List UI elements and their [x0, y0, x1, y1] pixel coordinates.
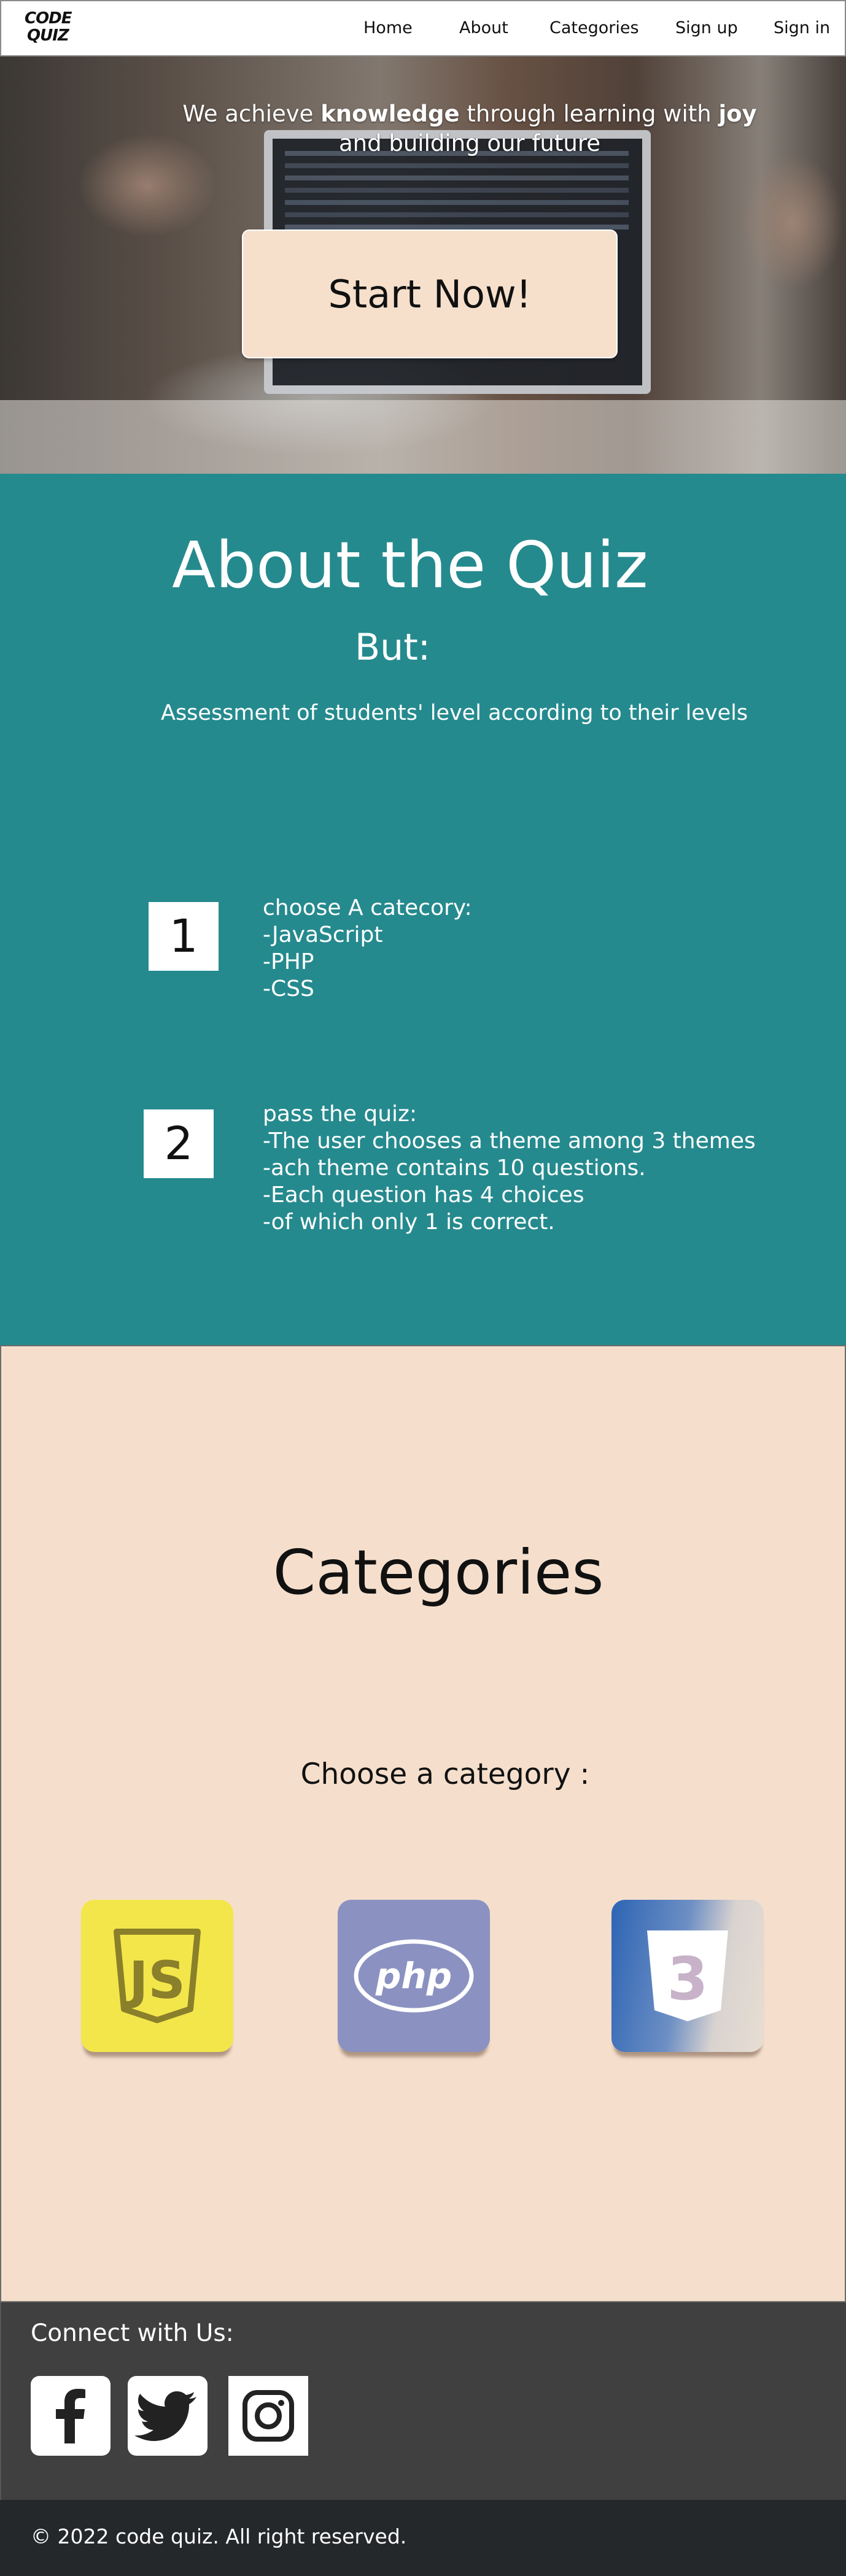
about-title: About the Quiz — [172, 528, 648, 603]
nav-link-sign-in[interactable]: Sign in — [774, 18, 830, 37]
start-now-button[interactable]: Start Now! — [242, 229, 618, 358]
step-number-2: 2 — [144, 1109, 214, 1178]
javascript-logo-icon: JS — [114, 1929, 201, 2023]
navbar: CODE QUIZ Home About Categories Sign up … — [0, 0, 846, 56]
nav-link-categories[interactable]: Categories — [549, 18, 639, 37]
about-section: About the Quiz But: Assessment of studen… — [0, 474, 846, 1345]
hero-text-part2: through learning with — [459, 101, 719, 127]
categories-section: Categories Choose a category : JS php 3 — [0, 1345, 846, 2302]
php-logo-text: php — [375, 1955, 452, 1997]
hero-section: We achieve knowledge through learning wi… — [0, 56, 846, 474]
css3-logo-text: 3 — [667, 1945, 708, 2013]
connect-heading: Connect with Us: — [31, 2320, 234, 2347]
css3-logo-icon: 3 — [647, 1930, 728, 2021]
category-php-card[interactable]: php — [338, 1900, 490, 2052]
twitter-icon — [134, 2391, 196, 2441]
step-text-1: choose A catecory: -JavaScript -PHP -CSS — [263, 895, 472, 1001]
nav-link-sign-up[interactable]: Sign up — [675, 18, 738, 37]
hero-tagline: We achieve knowledge through learning wi… — [147, 99, 792, 158]
instagram-link[interactable] — [228, 2376, 308, 2456]
copyright-bar: © 2022 code quiz. All right reserved. — [0, 2500, 846, 2576]
categories-title: Categories — [273, 1537, 604, 1608]
copyright-text: © 2022 code quiz. All right reserved. — [31, 2524, 407, 2548]
nav-link-home[interactable]: Home — [363, 18, 413, 37]
footer: Connect with Us: — [0, 2302, 846, 2500]
category-javascript-card[interactable]: JS — [81, 1900, 233, 2052]
logo-line-1: CODE — [25, 9, 72, 28]
hero-text-bold-knowledge: knowledge — [320, 101, 460, 127]
category-css-card[interactable]: 3 — [611, 1900, 764, 2052]
categories-subtitle: Choose a category : — [300, 1757, 590, 1791]
code-quiz-logo[interactable]: CODE QUIZ — [25, 10, 74, 49]
js-logo-text: JS — [126, 1950, 185, 2010]
hero-background-desk — [0, 400, 846, 474]
php-logo-icon: php — [354, 1939, 474, 2013]
logo-line-2: QUIZ — [27, 26, 69, 45]
facebook-link[interactable] — [31, 2376, 111, 2456]
step-text-2: pass the quiz: -The user chooses a theme… — [263, 1101, 756, 1235]
hero-text-line2: and building our future — [339, 130, 600, 156]
hero-text-part1: We achieve — [182, 101, 321, 127]
step-number-1: 1 — [149, 902, 219, 971]
instagram-icon — [243, 2390, 294, 2442]
hero-text-bold-joy: joy — [718, 101, 757, 127]
about-description: Assessment of students' level according … — [161, 701, 748, 725]
nav-link-about[interactable]: About — [459, 18, 508, 37]
about-subtitle: But: — [355, 626, 430, 669]
twitter-link[interactable] — [128, 2376, 208, 2456]
facebook-icon — [56, 2389, 85, 2443]
